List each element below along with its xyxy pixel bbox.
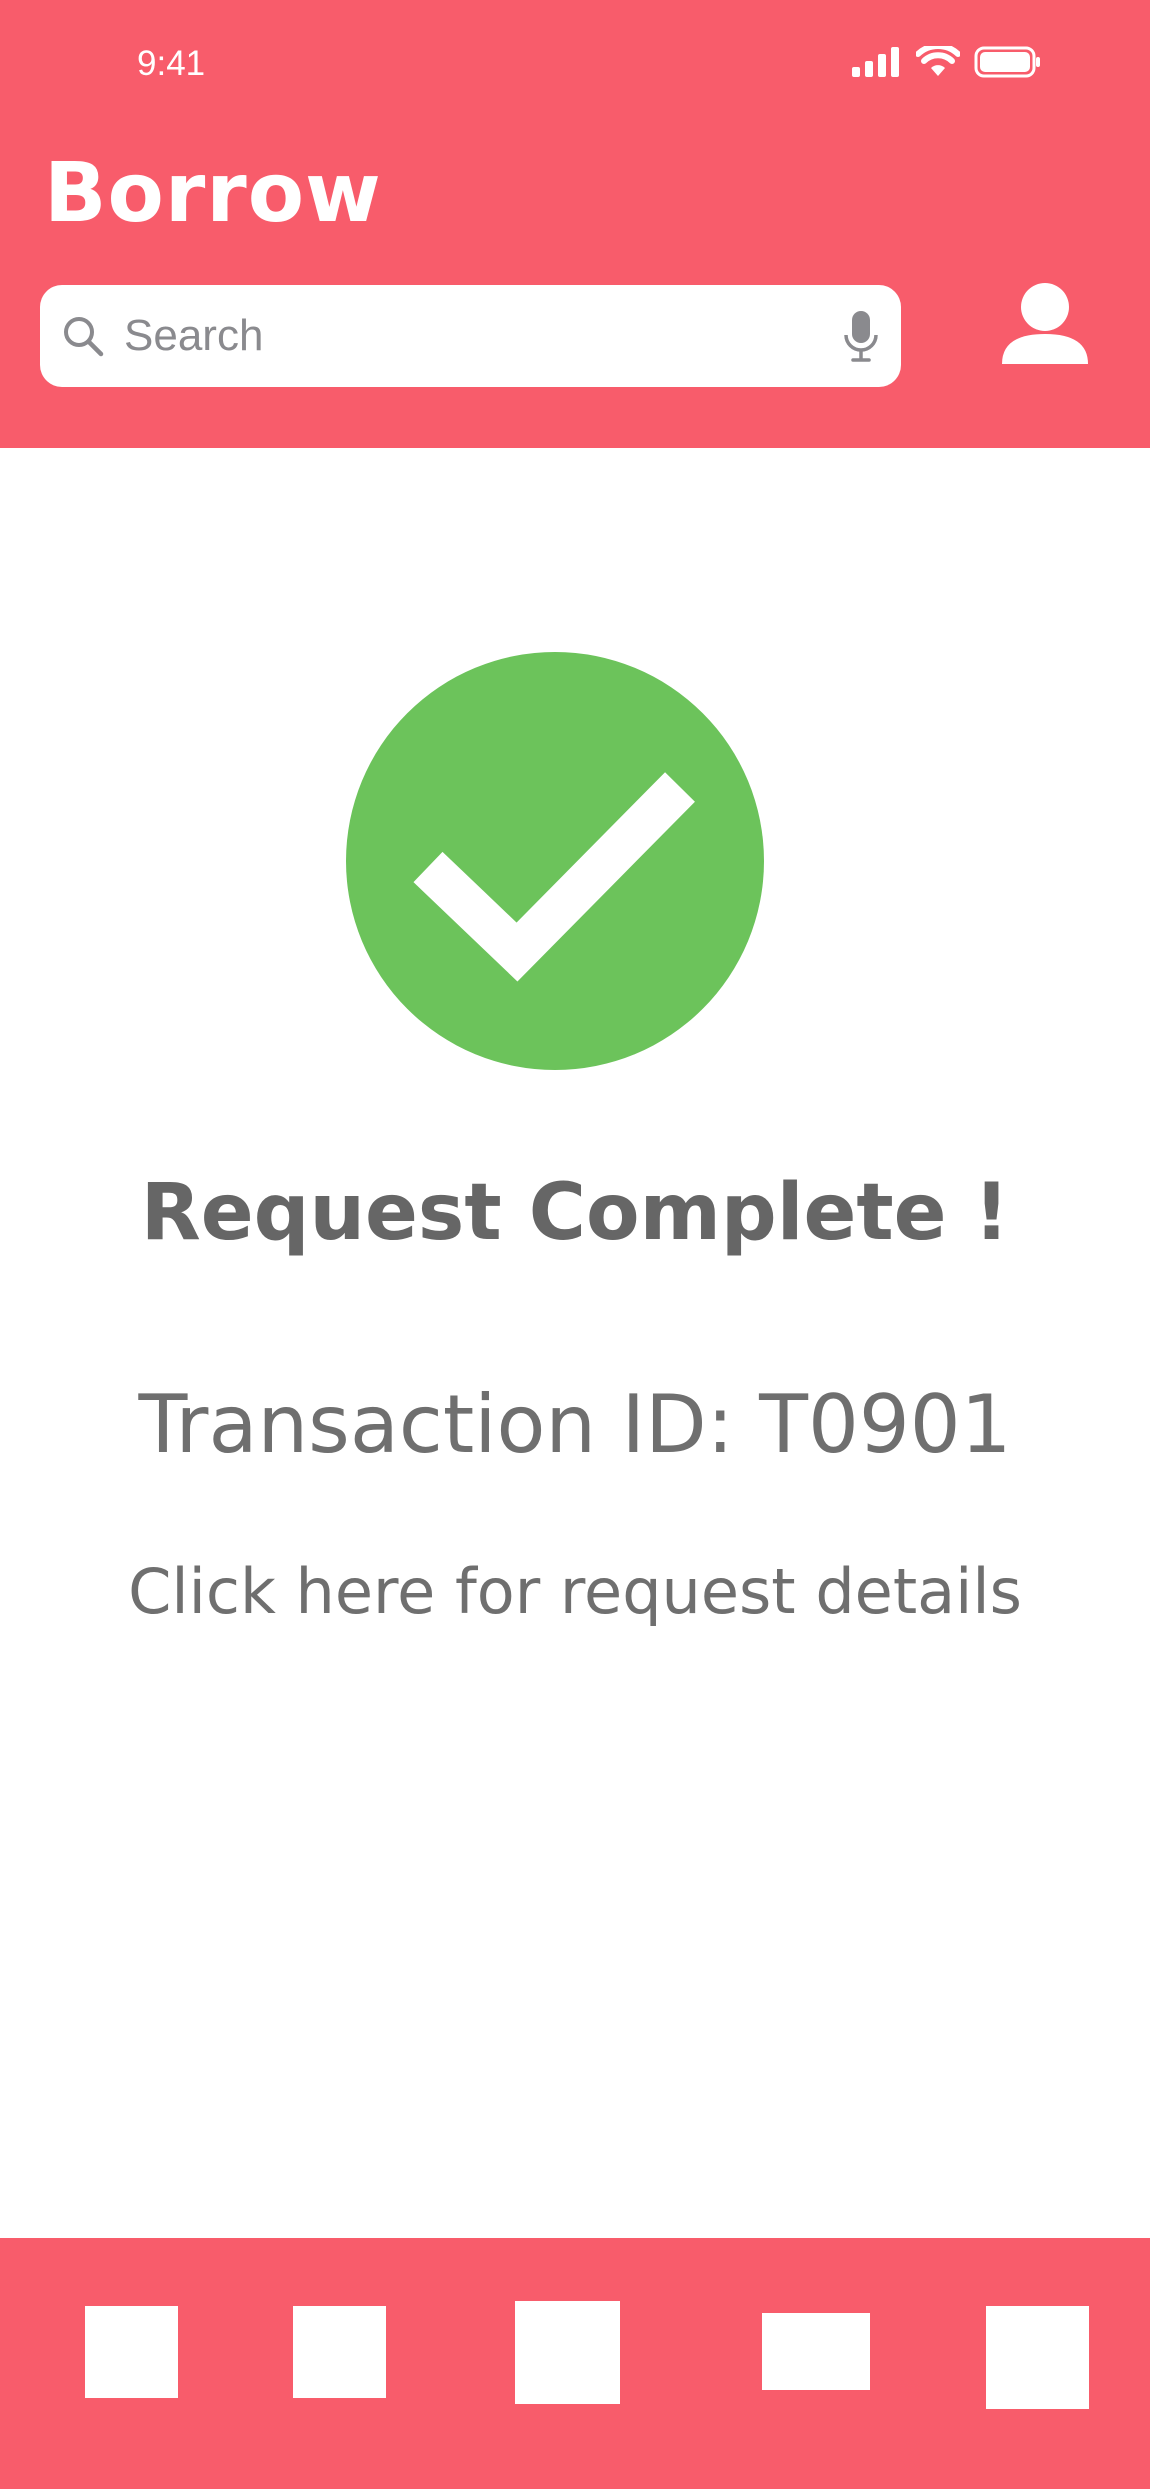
status-icons [852, 46, 1042, 78]
search-bar[interactable] [40, 285, 901, 387]
transaction-id: Transaction ID: T0901 [138, 1378, 1012, 1471]
tab-1[interactable] [85, 2306, 178, 2398]
app-header: 9:41 Borrow [0, 0, 1150, 448]
cellular-signal-icon [852, 47, 899, 77]
search-input[interactable] [122, 310, 806, 362]
tab-4[interactable] [762, 2313, 870, 2390]
request-details-link[interactable]: Click here for request details [0, 1555, 1150, 1628]
battery-icon [974, 46, 1040, 78]
microphone-icon[interactable] [843, 309, 879, 365]
tab-5[interactable] [986, 2306, 1089, 2409]
app-title: Borrow [44, 146, 382, 241]
person-icon[interactable] [1000, 280, 1090, 370]
tab-3[interactable] [515, 2301, 620, 2404]
bottom-tab-bar [0, 2238, 1150, 2489]
request-complete-heading: Request Complete ! [140, 1168, 1010, 1258]
status-time: 9:41 [137, 44, 206, 83]
checkmark-icon [346, 652, 764, 1070]
wifi-icon [916, 46, 960, 76]
tab-2[interactable] [293, 2306, 386, 2398]
search-icon [64, 317, 104, 357]
